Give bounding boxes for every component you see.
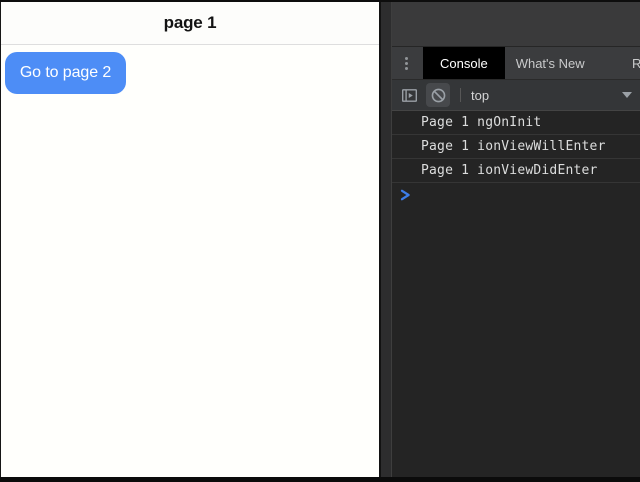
page-title: page 1 [164, 13, 217, 33]
console-messages-area: Page 1 ngOnInit Page 1 ionViewWillEnter … [392, 111, 640, 207]
console-toolbar: top [392, 80, 640, 111]
console-message: Page 1 ionViewDidEnter [392, 159, 640, 183]
tab-console[interactable]: Console [423, 47, 505, 79]
kebab-menu-icon[interactable] [395, 51, 417, 75]
panel-divider[interactable] [379, 0, 392, 477]
console-message: Page 1 ngOnInit [392, 111, 640, 135]
toolbar-separator [460, 88, 461, 102]
window-bottom-edge [0, 477, 640, 482]
window-top-edge [0, 0, 640, 2]
console-sidebar-icon[interactable] [397, 83, 421, 107]
chevron-down-icon[interactable] [622, 92, 632, 98]
app-header: page 1 [1, 2, 379, 45]
devtools-tab-bar: Console What's New R [392, 47, 640, 80]
tab-clipped[interactable]: R [632, 47, 640, 79]
clear-console-icon[interactable] [426, 83, 450, 107]
console-prompt[interactable] [392, 183, 640, 207]
tab-whats-new[interactable]: What's New [506, 47, 595, 79]
devtools-blank-area [392, 0, 640, 47]
console-message: Page 1 ionViewWillEnter [392, 135, 640, 159]
app-preview-panel: page 1 Go to page 2 [0, 2, 379, 477]
frame-context-selector[interactable]: top [471, 88, 489, 103]
screen: { "app": { "title": "page 1", "button_la… [0, 0, 640, 482]
go-to-page-2-button[interactable]: Go to page 2 [5, 52, 126, 94]
devtools-panel: Console What's New R top Page 1 ngOnInit… [392, 0, 640, 477]
chevron-right-icon [400, 189, 411, 201]
